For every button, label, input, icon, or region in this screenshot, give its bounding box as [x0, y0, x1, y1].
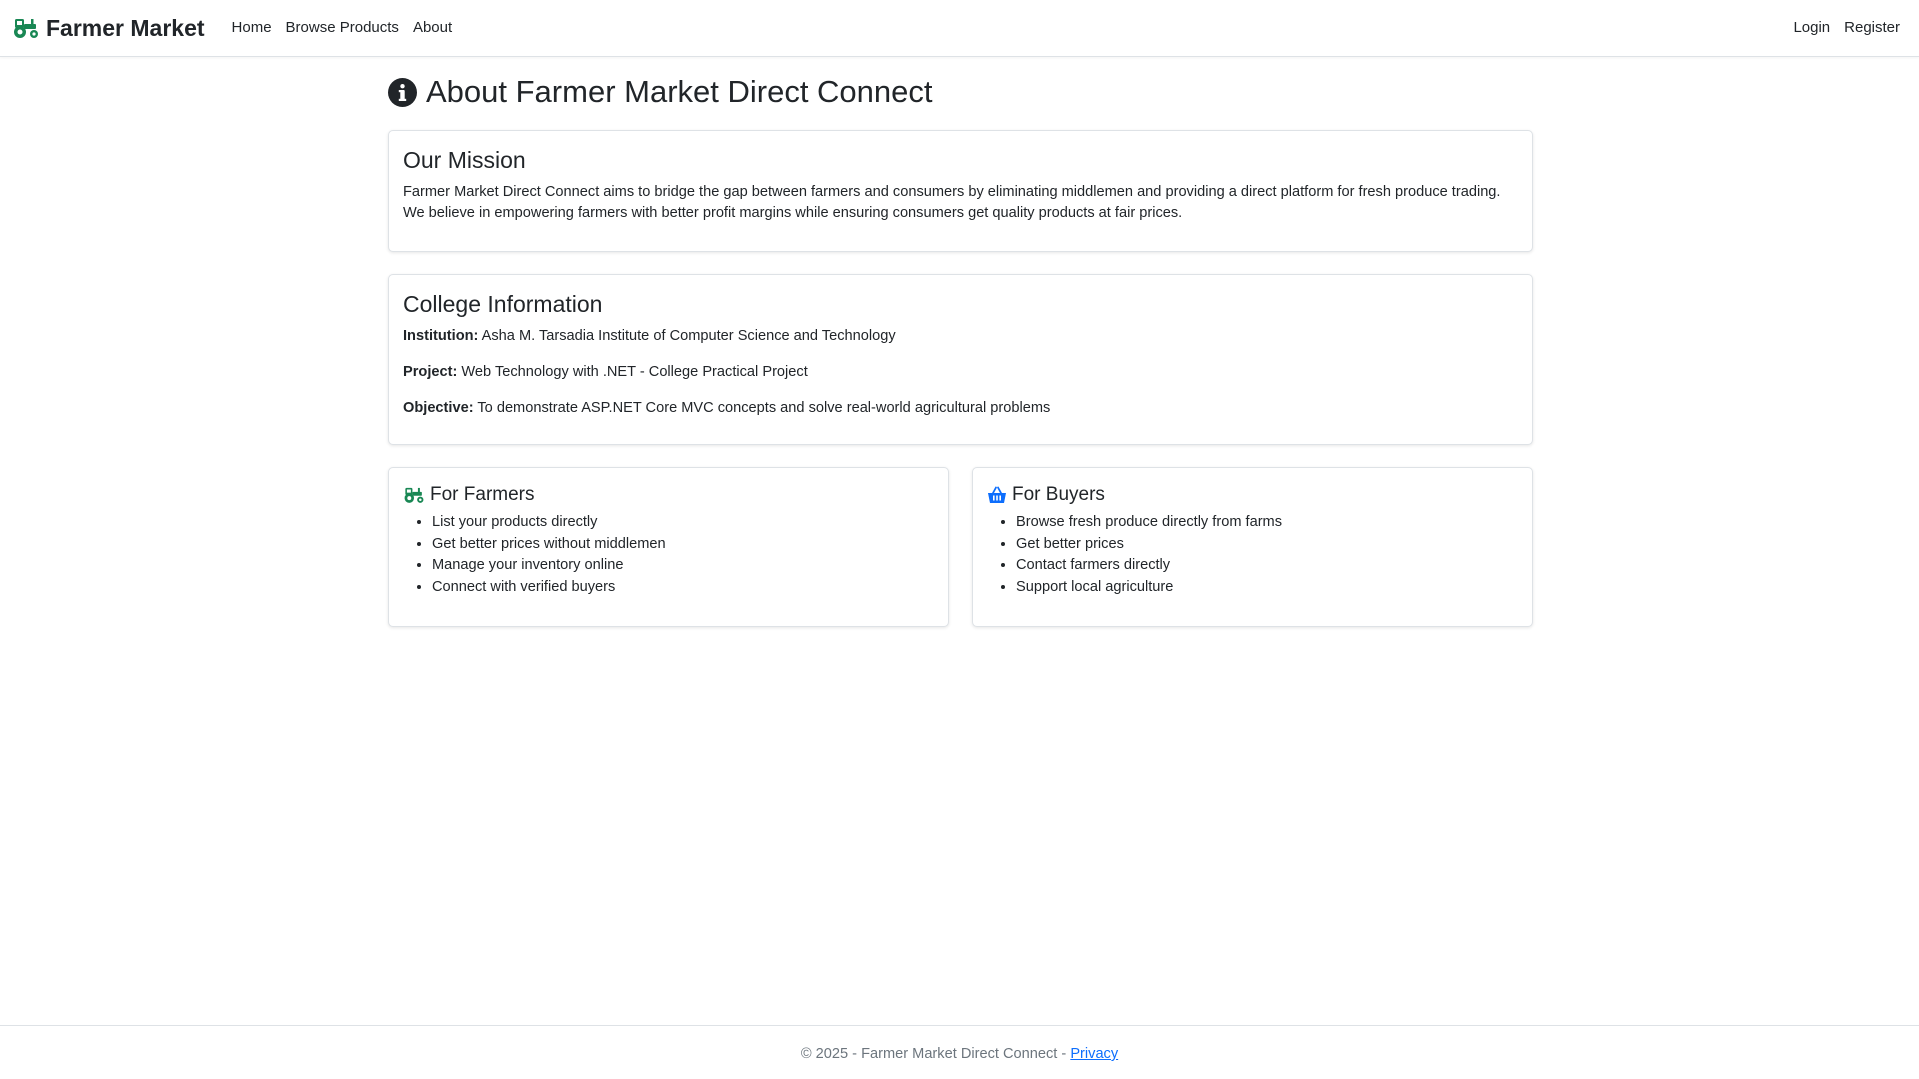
mission-text: Farmer Market Direct Connect aims to bri… [403, 184, 1501, 221]
footer-copyright: © 2025 - Farmer Market Direct Connect - [800, 1046, 1071, 1062]
farmers-card: For Farmers List your products directly … [388, 467, 949, 627]
page-title: About Farmer Market Direct Connect [388, 74, 1533, 110]
objective-value: To demonstrate ASP.NET Core MVC concepts… [477, 400, 1051, 416]
list-item: Browse fresh produce directly from farms [1016, 512, 1518, 534]
institution-row: Institution: Asha M. Tarsadia Institute … [403, 326, 1518, 347]
mission-heading: Our Mission [403, 147, 526, 173]
buyers-heading: For Buyers [987, 484, 1518, 506]
nav-about[interactable]: About [406, 0, 459, 56]
login-link[interactable]: Login [1786, 0, 1837, 56]
audience-row: For Farmers List your products directly … [388, 467, 1533, 627]
page-title-text: About Farmer Market Direct Connect [426, 74, 933, 109]
buyers-heading-text: For Buyers [1012, 484, 1105, 505]
project-label: Project: [403, 364, 458, 380]
list-item: Get better prices [1016, 534, 1518, 556]
brand-link[interactable]: Farmer Market [12, 15, 205, 42]
list-item: Support local agriculture [1016, 577, 1518, 599]
project-row: Project: Web Technology with .NET - Coll… [403, 362, 1518, 383]
privacy-link[interactable]: Privacy [1070, 1046, 1118, 1062]
farmers-heading-text: For Farmers [430, 484, 535, 505]
college-heading: College Information [403, 291, 603, 317]
list-item: Manage your inventory online [432, 555, 934, 577]
tractor-icon [14, 19, 38, 38]
list-item: Get better prices without middlemen [432, 534, 934, 556]
main-content: About Farmer Market Direct Connect Our M… [388, 57, 1533, 627]
buyers-card: For Buyers Browse fresh produce directly… [972, 467, 1533, 627]
register-link[interactable]: Register [1837, 0, 1907, 56]
mission-card: Our Mission Farmer Market Direct Connect… [388, 130, 1533, 252]
college-info-card: College Information Institution: Asha M.… [388, 274, 1533, 445]
project-value: Web Technology with .NET - College Pract… [461, 364, 808, 380]
list-item: List your products directly [432, 512, 934, 534]
nav-account-links: Login Register [1786, 0, 1907, 56]
top-navbar: Farmer Market Home Browse Products About… [0, 0, 1919, 57]
farmers-heading: For Farmers [403, 484, 934, 506]
nav-browse-products[interactable]: Browse Products [279, 0, 406, 56]
objective-label: Objective: [403, 400, 474, 416]
info-circle-icon [388, 77, 417, 107]
brand-label: Farmer Market [46, 14, 205, 41]
institution-label: Institution: [403, 328, 479, 344]
basket-icon [988, 486, 1006, 503]
list-item: Connect with verified buyers [432, 577, 934, 599]
institution-value: Asha M. Tarsadia Institute of Computer S… [481, 328, 896, 344]
farmers-list: List your products directly Get better p… [403, 512, 934, 599]
objective-row: Objective: To demonstrate ASP.NET Core M… [403, 398, 1518, 419]
tractor-icon [404, 487, 424, 503]
nav-home[interactable]: Home [225, 0, 279, 56]
footer: © 2025 - Farmer Market Direct Connect - … [0, 1025, 1919, 1079]
list-item: Contact farmers directly [1016, 555, 1518, 577]
buyers-list: Browse fresh produce directly from farms… [987, 512, 1518, 599]
